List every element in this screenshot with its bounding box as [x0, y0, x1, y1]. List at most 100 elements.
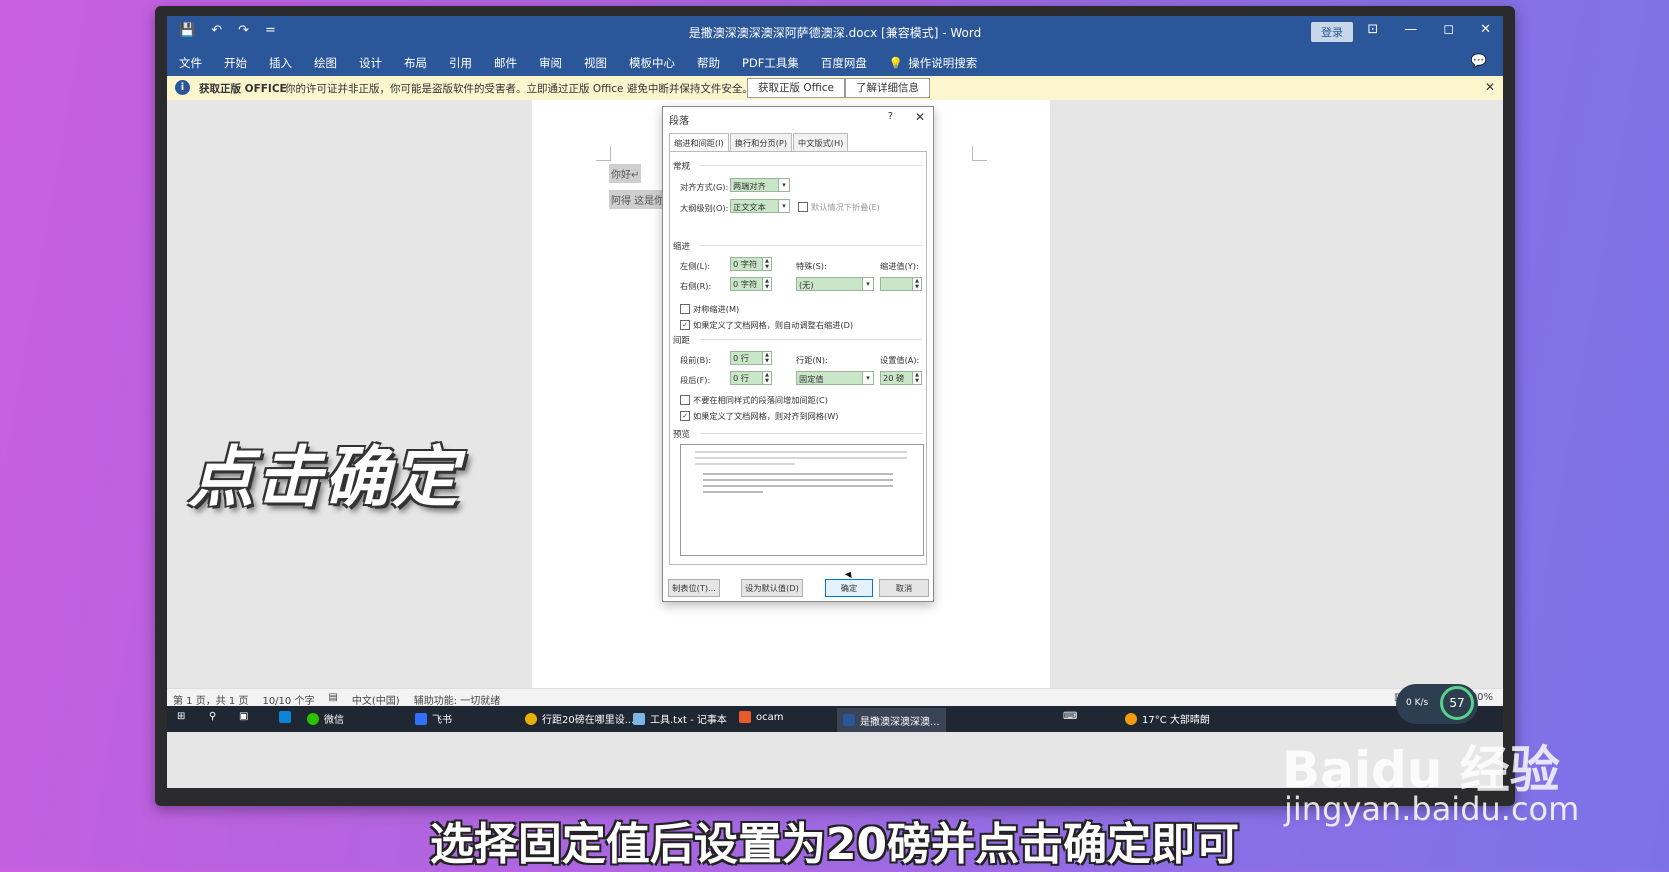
indent-left-spinner[interactable]: 0 字符 ▲ ▼ — [730, 257, 772, 271]
document-line[interactable]: 阿得 这是你 — [609, 190, 667, 209]
tab-indents-spacing[interactable]: 缩进和间距(I) — [669, 133, 729, 152]
spacing-before-spinner[interactable]: 0 行 ▲ ▼ — [730, 351, 772, 365]
tab-home[interactable]: 开始 — [224, 55, 247, 71]
outline-level-label: 大纲级别(O): — [680, 203, 729, 213]
dialog-close-icon[interactable]: ✕ — [915, 110, 925, 124]
tab-templates[interactable]: 模板中心 — [629, 55, 675, 71]
preview-line — [703, 485, 893, 487]
taskbar-app[interactable] — [279, 711, 291, 723]
tab-view[interactable]: 视图 — [584, 55, 607, 71]
preview-line — [695, 457, 907, 459]
accessibility-status[interactable]: 辅助功能: 一切就绪 — [414, 692, 501, 707]
auto-adjust-right-indent-checkbox[interactable]: ✓ 如果定义了文档网格，则自动调整右缩进(D) — [680, 319, 853, 331]
outline-level-select[interactable]: 正文文本 ▾ — [730, 199, 790, 213]
line-spacing-at-value: 20 磅 — [883, 373, 905, 383]
taskbar-wechat[interactable]: 微信 — [307, 711, 344, 726]
document-line[interactable]: 你好↵ — [609, 164, 642, 183]
tab-insert[interactable]: 插入 — [269, 55, 292, 71]
dialog-body: 常规 对齐方式(G): 两端对齐 ▾ 大纲级别(O): 正文文本 ▾ 默认情况下… — [669, 151, 927, 565]
window-title: 是撒澳深澳深澳深阿萨德澳深.docx [兼容模式] - Word — [688, 26, 982, 40]
alignment-label: 对齐方式(G): — [680, 182, 729, 192]
proofing-icon[interactable]: ▤ — [328, 692, 337, 707]
comment-icon[interactable]: 💬 — [1471, 54, 1487, 69]
word-label: 是撒澳深澳深澳... — [860, 716, 940, 728]
tab-asian-typography[interactable]: 中文版式(H) — [793, 133, 849, 152]
feishu-icon — [415, 712, 427, 725]
maximize-icon[interactable]: ◻ — [1443, 22, 1454, 37]
snap-to-grid-checkbox[interactable]: ✓ 如果定义了文档网格，则对齐到网格(W) — [680, 410, 839, 422]
status-bar: 第 1 页，共 1 页 10/10 个字 ▤ 中文(中国) 辅助功能: 一切就绪… — [167, 688, 1503, 707]
chrome-label: 行距20磅在哪里设... — [542, 715, 635, 726]
help-icon[interactable]: ? — [888, 111, 893, 122]
alignment-select[interactable]: 两端对齐 ▾ — [730, 178, 790, 192]
ribbon-display-icon[interactable]: ⊡ — [1367, 22, 1378, 37]
tab-help[interactable]: 帮助 — [697, 55, 720, 71]
taskbar-feishu[interactable]: 飞书 — [415, 711, 452, 726]
taskbar-chrome[interactable]: 行距20磅在哪里设... — [525, 711, 634, 726]
line-spacing-at-spinner[interactable]: 20 磅 ▲ ▼ — [880, 371, 922, 385]
crop-mark — [972, 146, 987, 161]
cancel-button[interactable]: 取消 — [879, 579, 929, 597]
wechat-icon — [307, 712, 319, 725]
preview-line — [703, 479, 893, 481]
search-icon[interactable]: ⚲ — [209, 711, 216, 722]
network-speed-widget[interactable]: 0 K/s 57 — [1396, 684, 1478, 724]
collapse-checkbox[interactable]: 默认情况下折叠(E) — [798, 201, 880, 213]
spacing-after-spinner[interactable]: 0 行 ▲ ▼ — [730, 371, 772, 385]
get-genuine-button[interactable]: 获取正版 Office — [747, 78, 845, 98]
ocam-icon — [739, 711, 751, 723]
tab-pdf-tools[interactable]: PDF工具集 — [742, 55, 799, 71]
weather-label: 17°C 大部晴朗 — [1142, 715, 1210, 726]
start-icon[interactable]: ⊞ — [177, 711, 185, 722]
close-icon[interactable]: ✕ — [1480, 22, 1491, 37]
tab-file[interactable]: 文件 — [179, 55, 202, 71]
word-count[interactable]: 10/10 个字 — [262, 692, 314, 707]
ok-button[interactable]: 确定 — [825, 579, 873, 597]
tab-layout[interactable]: 布局 — [404, 55, 427, 71]
ocam-label: ocam — [756, 711, 784, 723]
tab-line-page-breaks[interactable]: 换行和分页(P) — [729, 133, 793, 152]
task-view-icon[interactable]: ▣ — [239, 711, 248, 722]
indent-by-spinner[interactable]: ▲ ▼ — [880, 277, 922, 291]
indent-right-spinner[interactable]: 0 字符 ▲ ▼ — [730, 277, 772, 291]
spinner-arrows-icon: ▲ ▼ — [912, 278, 921, 290]
special-indent-select[interactable]: (无) ▾ — [796, 277, 874, 291]
tell-me-search[interactable]: 💡 操作说明搜索 — [889, 55, 977, 71]
tab-mailings[interactable]: 邮件 — [494, 55, 517, 71]
page-count[interactable]: 第 1 页，共 1 页 — [173, 692, 248, 707]
tabs-button[interactable]: 制表位(T)... — [668, 579, 720, 597]
taskbar-notepad[interactable]: 工具.txt - 记事本 — [633, 711, 727, 726]
login-button[interactable]: 登录 — [1311, 22, 1353, 42]
wechat-label: 微信 — [324, 715, 344, 726]
section-spacing: 间距 — [673, 336, 691, 346]
minimize-icon[interactable]: — — [1404, 22, 1417, 37]
dialog-tabs: 缩进和间距(I) 换行和分页(P) 中文版式(H) — [669, 133, 849, 152]
tab-review[interactable]: 审阅 — [539, 55, 562, 71]
no-space-same-style-checkbox[interactable]: 不要在相同样式的段落间增加间距(C) — [680, 394, 828, 406]
app-icon — [279, 711, 291, 723]
line-spacing-value: 固定值 — [799, 374, 824, 384]
learn-more-button[interactable]: 了解详细信息 — [845, 78, 930, 98]
keyboard-icon[interactable]: ⌨ — [1063, 711, 1077, 722]
line-spacing-select[interactable]: 固定值 ▾ — [796, 371, 874, 385]
close-infobar-icon[interactable]: ✕ — [1485, 80, 1495, 94]
mirror-indents-checkbox[interactable]: 对称缩进(M) — [680, 303, 739, 315]
preview-line — [703, 491, 763, 493]
tab-draw[interactable]: 绘图 — [314, 55, 337, 71]
taskbar-weather[interactable]: 17°C 大部晴朗 — [1125, 711, 1210, 726]
taskbar-word[interactable]: 是撒澳深澳深澳... — [837, 708, 946, 732]
spinner-arrows-icon: ▲ ▼ — [762, 258, 771, 270]
word-icon — [843, 714, 855, 726]
feishu-label: 飞书 — [432, 715, 452, 726]
auto-adjust-label: 如果定义了文档网格，则自动调整右缩进(D) — [693, 320, 854, 330]
tab-design[interactable]: 设计 — [359, 55, 382, 71]
tab-baidu-pan[interactable]: 百度网盘 — [821, 55, 867, 71]
chevron-down-icon: ▾ — [862, 372, 873, 384]
language-status[interactable]: 中文(中国) — [352, 692, 400, 707]
spacing-before-value: 0 行 — [733, 353, 749, 363]
tab-references[interactable]: 引用 — [449, 55, 472, 71]
indent-by-label: 缩进值(Y): — [880, 261, 919, 271]
set-default-button[interactable]: 设为默认值(D) — [741, 579, 803, 597]
checkbox-box — [680, 395, 690, 405]
taskbar-ocam[interactable]: ocam — [739, 711, 784, 723]
